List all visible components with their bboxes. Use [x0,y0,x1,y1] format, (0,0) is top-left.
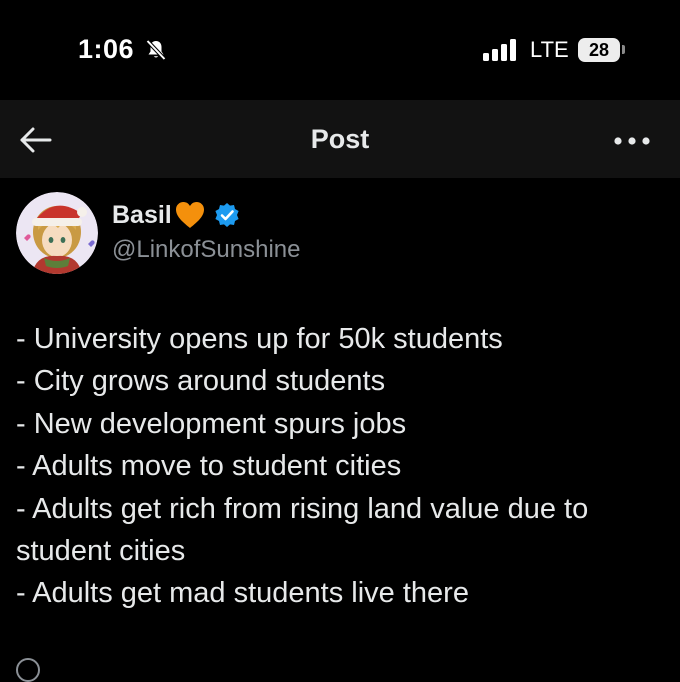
partial-icon [16,658,40,682]
battery-nub [622,45,625,54]
post-line: - Adults move to student cities [16,450,402,483]
post-line: - University opens up for 50k students [16,323,503,355]
status-time: 1:06 [78,34,135,64]
post-line: - Adults get mad students live there [16,577,469,610]
more-options-icon[interactable] [610,128,654,154]
battery-indicator: 28 [578,38,620,62]
post-line: - Adults get rich from rising land value… [16,492,589,568]
cellular-signal-icon [483,39,516,61]
post: Basil @LinkofSunshine - University opens… [0,178,680,682]
avatar[interactable] [16,192,98,274]
author-handle[interactable]: @LinkofSunshine [112,236,300,264]
verified-badge-icon [215,203,239,227]
orange-heart-icon [175,202,204,228]
post-line: - City grows around students [16,365,386,398]
author-name-row[interactable]: Basil [112,198,240,232]
network-label: LTE [530,37,569,62]
status-bar: 1:06 LTE 28 [0,0,680,100]
post-line: - New development spurs jobs [16,407,407,440]
post-text: - University opens up for 50k students -… [16,318,656,615]
author-name[interactable]: Basil [112,201,172,230]
bell-slash-icon [146,39,166,61]
nav-bar: Post [0,100,680,178]
page-title: Post [310,124,370,154]
